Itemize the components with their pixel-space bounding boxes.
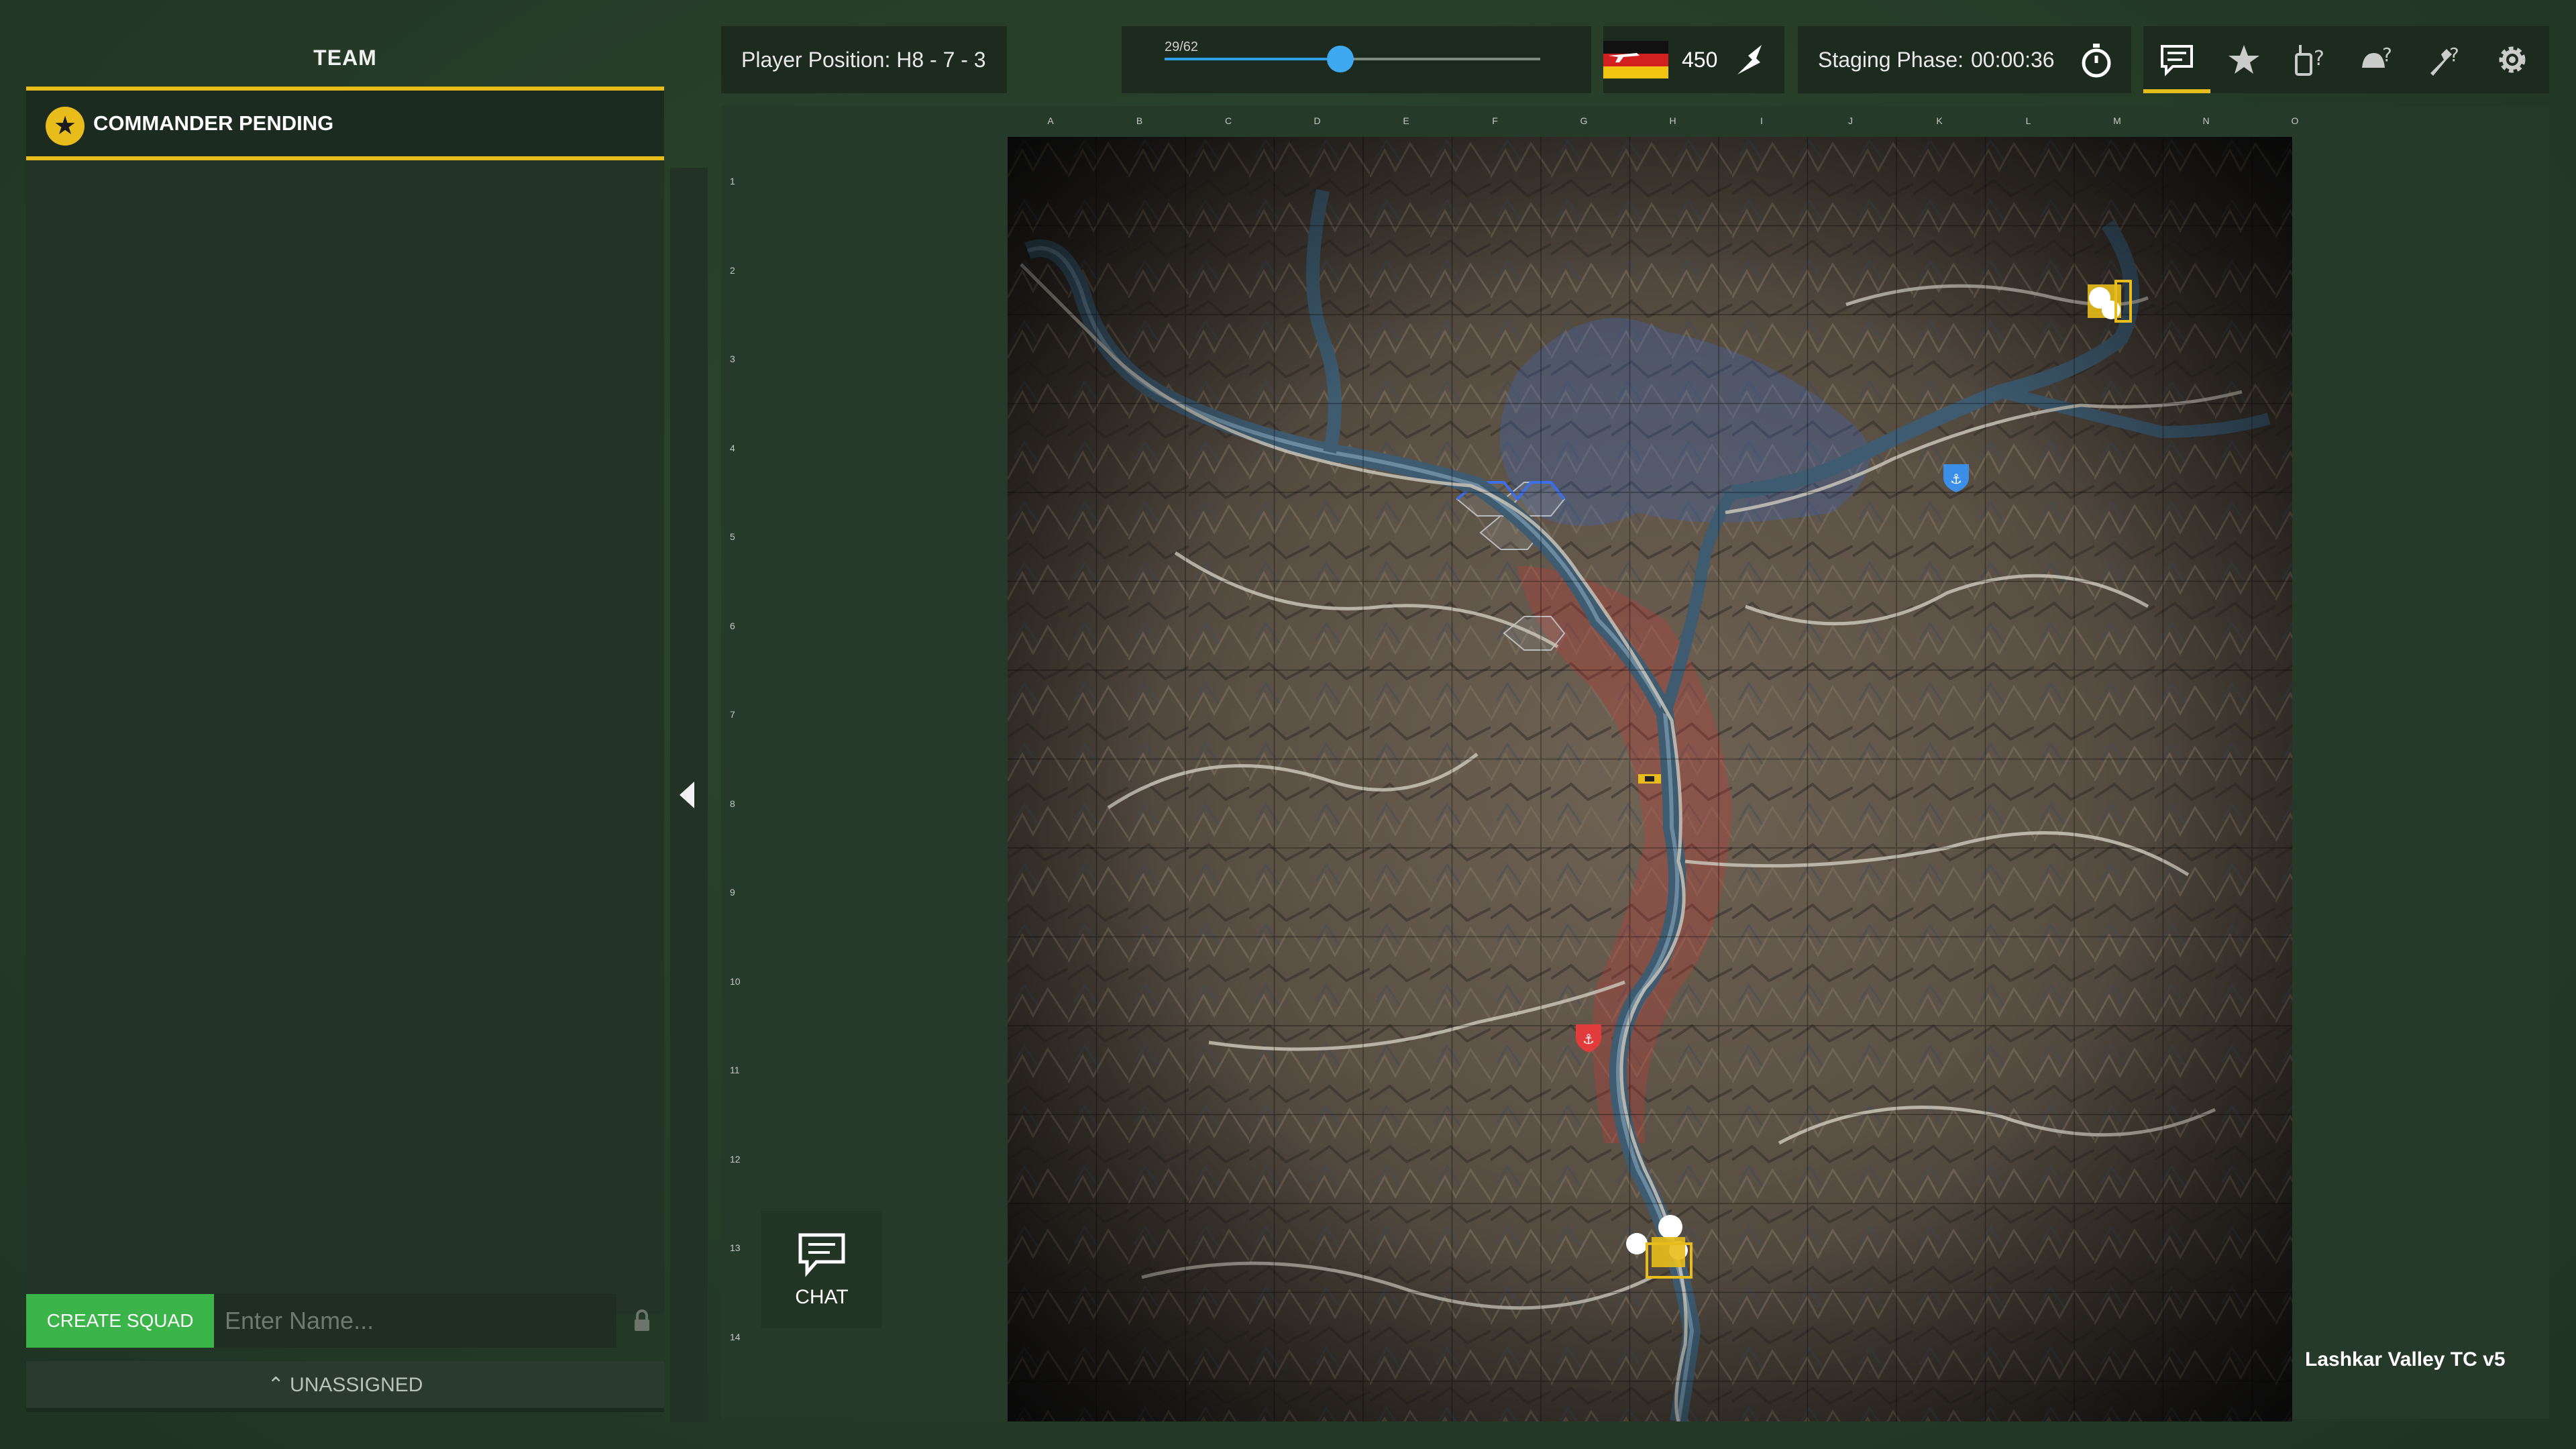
- players-count: 29/62: [1165, 40, 1199, 54]
- map-row-label: 4: [730, 442, 735, 453]
- map-row-label: 1: [730, 176, 735, 186]
- map-column-label: F: [1492, 115, 1498, 126]
- map-row-label: 14: [730, 1331, 741, 1342]
- chevron-up-icon: ⌃: [267, 1374, 290, 1396]
- collapse-panel-button[interactable]: [670, 168, 708, 1422]
- tab-commander[interactable]: [2210, 26, 2277, 93]
- unassigned-label: UNASSIGNED: [290, 1374, 423, 1396]
- map-column-label: B: [1136, 115, 1143, 126]
- tab-wrench-help[interactable]: ?: [2412, 26, 2479, 93]
- map-column-label: N: [2202, 115, 2210, 126]
- create-squad-button[interactable]: CREATE SQUAD: [26, 1294, 214, 1348]
- map-terrain: ⚓ ⚓: [1008, 137, 2292, 1421]
- map-row-label: 6: [730, 620, 735, 631]
- map-row-label: 7: [730, 709, 735, 720]
- tab-settings[interactable]: [2479, 26, 2546, 93]
- players-slider-track[interactable]: [1165, 46, 1540, 72]
- svg-text:?: ?: [2449, 44, 2459, 66]
- star-icon: [2229, 45, 2259, 74]
- team-title: TEAM: [313, 46, 377, 70]
- chat-label: CHAT: [795, 1286, 849, 1308]
- players-slider-fill: [1165, 58, 1341, 60]
- staging-phase-box: Staging Phase: 00:00:36: [1798, 26, 2131, 93]
- tab-chat[interactable]: [2143, 26, 2210, 93]
- map-row-label: 9: [730, 887, 735, 898]
- gear-icon: [2499, 46, 2526, 73]
- squad-list: [26, 160, 664, 1314]
- svg-text:?: ?: [2382, 44, 2392, 66]
- rally-point-icon: [1737, 45, 1762, 74]
- map-row-label: 13: [730, 1242, 741, 1253]
- unassigned-toggle[interactable]: ⌃ UNASSIGNED: [26, 1361, 664, 1412]
- map-column-label: D: [1313, 115, 1321, 126]
- map-column-label: L: [2025, 115, 2031, 126]
- map-column-label: M: [2113, 115, 2121, 126]
- map-column-label: E: [1403, 115, 1409, 126]
- player-position-box: Player Position: H8 - 7 - 3: [721, 26, 1007, 93]
- staging-phase-time: 00:00:36: [1971, 48, 2055, 72]
- svg-text:⚓: ⚓: [1582, 1031, 1595, 1047]
- map-row-label: 12: [730, 1153, 741, 1165]
- faction-flag-icon: [1603, 41, 1668, 78]
- staging-phase-label: Staging Phase:: [1818, 48, 1964, 72]
- map-column-label: H: [1669, 115, 1676, 126]
- map-row-label: 10: [730, 975, 741, 987]
- helmet-help-icon: ?: [2362, 44, 2392, 68]
- top-icon-tabs: ? ? ?: [2143, 26, 2549, 93]
- map-column-label: O: [2291, 115, 2299, 126]
- radio-help-icon: ?: [2295, 45, 2324, 76]
- stopwatch-icon: [2082, 44, 2111, 78]
- map-column-label: C: [1224, 115, 1232, 126]
- team-panel: TEAM ★ COMMANDER PENDING CREATE SQUAD ⌃ …: [26, 26, 664, 1419]
- commander-label: COMMANDER PENDING: [93, 111, 334, 135]
- map-row-label: 11: [730, 1065, 740, 1075]
- tickets-box: 450: [1603, 26, 1784, 93]
- map-row-label: 8: [730, 798, 735, 809]
- map-row-label: 2: [730, 264, 735, 276]
- lock-icon[interactable]: [629, 1307, 655, 1334]
- tab-radio-help[interactable]: ?: [2277, 26, 2345, 93]
- chat-bubble-icon: [798, 1233, 845, 1277]
- chevron-left-icon: [680, 782, 694, 808]
- vehicle-marker-icon[interactable]: [1638, 774, 1661, 784]
- map-name: Lashkar Valley TC v5: [2305, 1348, 2506, 1371]
- players-slider-knob[interactable]: [1327, 46, 1354, 72]
- tab-helmet-help[interactable]: ?: [2345, 26, 2412, 93]
- map-column-label: J: [1848, 115, 1853, 126]
- svg-text:⚓: ⚓: [1950, 471, 1962, 487]
- active-tab-underline: [2143, 89, 2210, 93]
- map-column-label: G: [1580, 115, 1588, 126]
- squad-name-input[interactable]: [214, 1294, 616, 1348]
- commander-slot[interactable]: ★ COMMANDER PENDING: [26, 87, 664, 160]
- players-slider-box: 29/62: [1122, 26, 1591, 93]
- wrench-help-icon: ?: [2430, 44, 2459, 76]
- chat-button[interactable]: CHAT: [761, 1211, 882, 1328]
- commander-star-icon: ★: [46, 107, 85, 146]
- map-row-label: 5: [730, 531, 735, 542]
- map-column-label: K: [1936, 115, 1943, 126]
- map-view[interactable]: ⚓ ⚓: [1008, 137, 2292, 1421]
- tickets-value: 450: [1682, 48, 1718, 72]
- player-position: Player Position: H8 - 7 - 3: [741, 48, 986, 72]
- map-row-label: 3: [730, 354, 735, 364]
- create-squad-row: CREATE SQUAD: [26, 1294, 664, 1348]
- svg-text:?: ?: [2314, 47, 2324, 70]
- map-column-label: A: [1047, 115, 1054, 126]
- chat-bubble-icon: [2161, 45, 2193, 76]
- map-column-label: I: [1760, 115, 1763, 126]
